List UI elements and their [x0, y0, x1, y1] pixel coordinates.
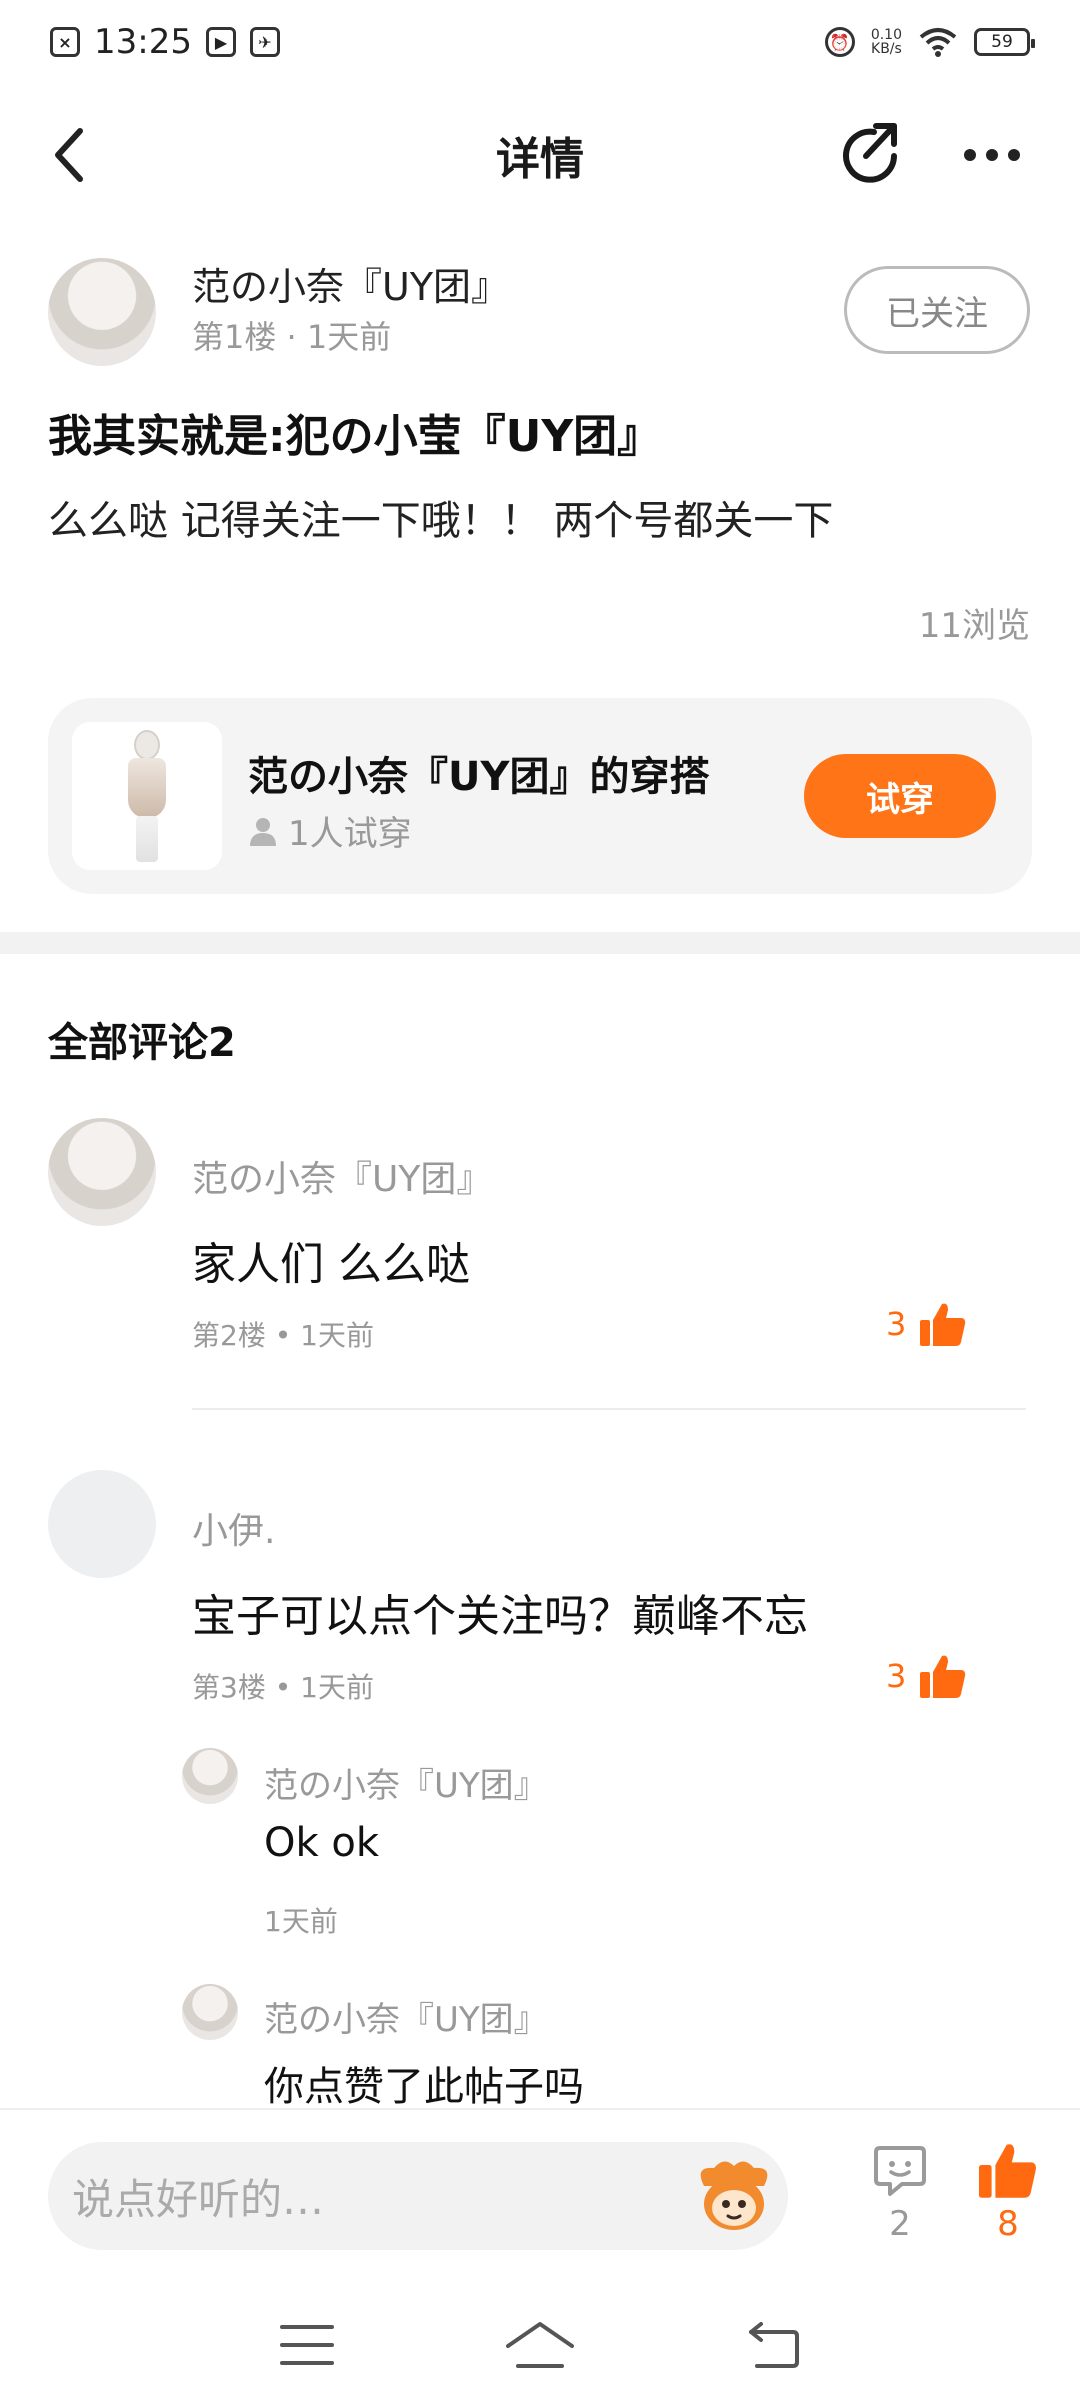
comment-input[interactable]: 说点好听的…	[48, 2142, 788, 2250]
mascot-emoji-icon[interactable]	[694, 2156, 774, 2236]
follow-button[interactable]: 已关注	[844, 266, 1030, 354]
outfit-thumbnail	[72, 722, 222, 870]
back-button[interactable]	[40, 124, 100, 186]
top-header: 详情	[0, 100, 1080, 210]
outfit-card[interactable]: 范の小奈『UY团』的穿搭 1人试穿 试穿	[48, 698, 1032, 894]
status-bar: × 13:25 ▶ ✈ ⏰ 0.10 KB/s 59	[0, 0, 1080, 84]
nav-back-button[interactable]	[733, 2310, 813, 2380]
comment-count: 2	[889, 2204, 911, 2244]
comment-avatar[interactable]	[48, 1118, 156, 1226]
comment-input-placeholder: 说点好听的…	[72, 2174, 325, 2224]
battery-icon: 59	[974, 28, 1035, 56]
comment-author[interactable]: 范の小奈『UY团』	[192, 1150, 492, 1202]
more-dot-icon	[986, 149, 998, 161]
status-time: 13:25	[94, 22, 192, 62]
reply-text: Ok ok	[264, 1820, 379, 1866]
chevron-left-icon	[55, 128, 83, 182]
page-title: 详情	[496, 134, 584, 185]
status-right: ⏰ 0.10 KB/s 59	[824, 27, 1035, 57]
more-button[interactable]	[956, 122, 1028, 188]
thumbs-up-icon	[920, 1655, 966, 1698]
status-left: × 13:25 ▶ ✈	[50, 22, 280, 62]
comments-button[interactable]: 2	[860, 2142, 940, 2244]
net-speed: 0.10 KB/s	[871, 28, 902, 56]
comment-author[interactable]: 小伊.	[192, 1502, 275, 1554]
thumbs-up-icon	[979, 2144, 1036, 2198]
bottom-action-bar: 说点好听的… 2 8	[0, 2110, 1080, 2260]
more-dot-icon	[1008, 149, 1020, 161]
comment-separator	[192, 1408, 1026, 1410]
nav-home-button[interactable]	[500, 2310, 580, 2380]
reply-author[interactable]: 范の小奈『UY团』	[264, 1992, 548, 2041]
comment-meta: 第3楼 • 1天前	[192, 1671, 374, 1704]
comment-like-button[interactable]: 3	[886, 1654, 966, 1698]
section-divider	[0, 932, 1080, 954]
nav-menu-button[interactable]	[267, 2310, 347, 2380]
share-button[interactable]	[838, 122, 904, 188]
like-button[interactable]: 8	[968, 2142, 1048, 2244]
reply-avatar[interactable]	[182, 1984, 238, 2040]
like-count: 8	[997, 2204, 1019, 2244]
outfit-figure	[120, 728, 174, 864]
comment-text: 家人们 么么哒	[192, 1239, 470, 1290]
post-title: 我其实就是:犯の小莹『UY团』	[48, 411, 662, 462]
comment-bubble-icon	[874, 2146, 926, 2196]
alarm-icon: ⏰	[824, 27, 855, 57]
comment-like-count: 3	[886, 1657, 907, 1695]
play-icon: ▶	[205, 27, 236, 57]
tryon-button[interactable]: 试穿	[804, 754, 996, 838]
reply-meta: 1天前	[264, 1905, 338, 1938]
notification-icon: ×	[50, 27, 80, 57]
author-name[interactable]: 范の小奈『UY团』	[192, 256, 509, 311]
comment-meta: 第2楼 • 1天前	[192, 1319, 374, 1352]
author-meta: 第1楼 · 1天前	[192, 318, 392, 356]
home-icon	[505, 2322, 574, 2368]
comment-like-count: 3	[886, 1305, 907, 1343]
reply-author[interactable]: 范の小奈『UY团』	[264, 1758, 548, 1807]
view-count: 11浏览	[918, 606, 1030, 646]
tryon-count-text: 1人试穿	[288, 814, 412, 854]
telegram-icon: ✈	[249, 27, 280, 57]
wifi-icon	[919, 28, 957, 57]
post-body: 么么哒 记得关注一下哦！！ 两个号都关一下	[48, 498, 834, 544]
outfit-title: 范の小奈『UY团』的穿搭	[248, 754, 710, 800]
comment-text: 宝子可以点个关注吗？巅峰不忘	[192, 1591, 808, 1642]
net-speed-unit: KB/s	[871, 41, 902, 57]
comment-like-button[interactable]: 3	[886, 1302, 966, 1346]
reply-text: 你点赞了此帖子吗	[264, 2064, 584, 2110]
net-speed-value: 0.10	[870, 27, 902, 43]
person-icon	[250, 817, 276, 846]
reply-avatar[interactable]	[182, 1748, 238, 1804]
menu-icon	[279, 2325, 334, 2365]
comments-header: 全部评论2	[48, 1020, 236, 1066]
author-avatar[interactable]	[48, 258, 156, 366]
outfit-tryon-count: 1人试穿	[248, 806, 412, 855]
system-nav-bar	[0, 2290, 1080, 2400]
thumbs-up-icon	[920, 1303, 966, 1346]
more-dot-icon	[964, 149, 976, 161]
return-icon	[749, 2322, 800, 2368]
comment-avatar[interactable]	[48, 1470, 156, 1578]
